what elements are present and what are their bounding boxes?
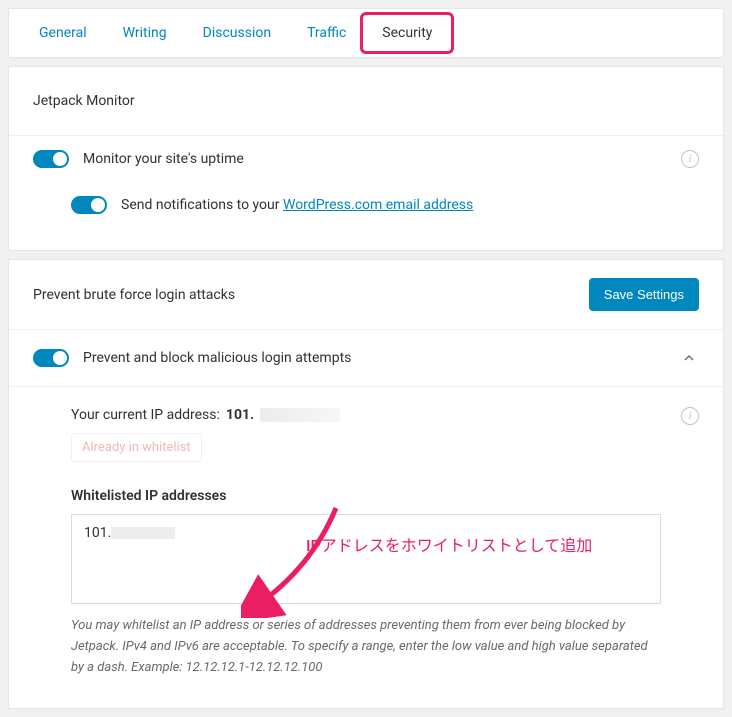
already-in-whitelist-button[interactable]: Already in whitelist — [71, 433, 202, 462]
tab-discussion[interactable]: Discussion — [185, 9, 289, 57]
whitelist-hint: You may whitelist an IP address or serie… — [71, 616, 661, 678]
uptime-toggle[interactable] — [33, 150, 69, 168]
whitelist-panel: i Your current IP address: 101. Already … — [9, 387, 723, 702]
tab-security[interactable]: Security — [364, 9, 450, 57]
notify-toggle[interactable] — [71, 196, 107, 214]
current-ip-label: Your current IP address: — [71, 407, 220, 423]
brute-force-title: Prevent brute force login attacks — [33, 287, 235, 303]
notify-toggle-row: Send notifications to your WordPress.com… — [9, 182, 723, 228]
tabs: General Writing Discussion Traffic Secur… — [9, 9, 723, 57]
info-icon[interactable]: i — [681, 407, 699, 425]
prevent-toggle-row: Prevent and block malicious login attemp… — [9, 330, 723, 387]
uptime-toggle-row: Monitor your site's uptime i — [9, 136, 723, 182]
prevent-toggle[interactable] — [33, 349, 69, 367]
save-settings-button[interactable]: Save Settings — [589, 278, 699, 311]
redacted-ip — [260, 408, 340, 422]
uptime-toggle-label: Monitor your site's uptime — [83, 151, 667, 167]
brute-force-card: Prevent brute force login attacks Save S… — [8, 259, 724, 709]
whitelist-value: 101. — [84, 525, 111, 541]
tab-writing[interactable]: Writing — [105, 9, 185, 57]
current-ip-row: Your current IP address: 101. — [71, 407, 661, 423]
notify-prefix: Send notifications to your — [121, 197, 283, 213]
notify-label: Send notifications to your WordPress.com… — [121, 197, 699, 213]
chevron-up-icon[interactable] — [679, 348, 699, 368]
tab-security-label: Security — [382, 25, 432, 41]
current-ip-value: 101. — [226, 407, 254, 423]
brute-force-header: Prevent brute force login attacks Save S… — [9, 260, 723, 330]
prevent-toggle-label: Prevent and block malicious login attemp… — [83, 350, 665, 366]
tab-traffic[interactable]: Traffic — [289, 9, 364, 57]
info-icon[interactable]: i — [681, 150, 699, 168]
settings-tabs-card: General Writing Discussion Traffic Secur… — [8, 8, 724, 58]
monitor-header: Jetpack Monitor — [9, 67, 723, 136]
whitelist-label: Whitelisted IP addresses — [71, 488, 661, 504]
whitelist-textarea[interactable]: 101. — [71, 514, 661, 604]
jetpack-monitor-card: Jetpack Monitor Monitor your site's upti… — [8, 66, 724, 251]
email-address-link[interactable]: WordPress.com email address — [283, 197, 473, 213]
redacted-ip — [111, 527, 175, 539]
tab-general[interactable]: General — [21, 9, 105, 57]
